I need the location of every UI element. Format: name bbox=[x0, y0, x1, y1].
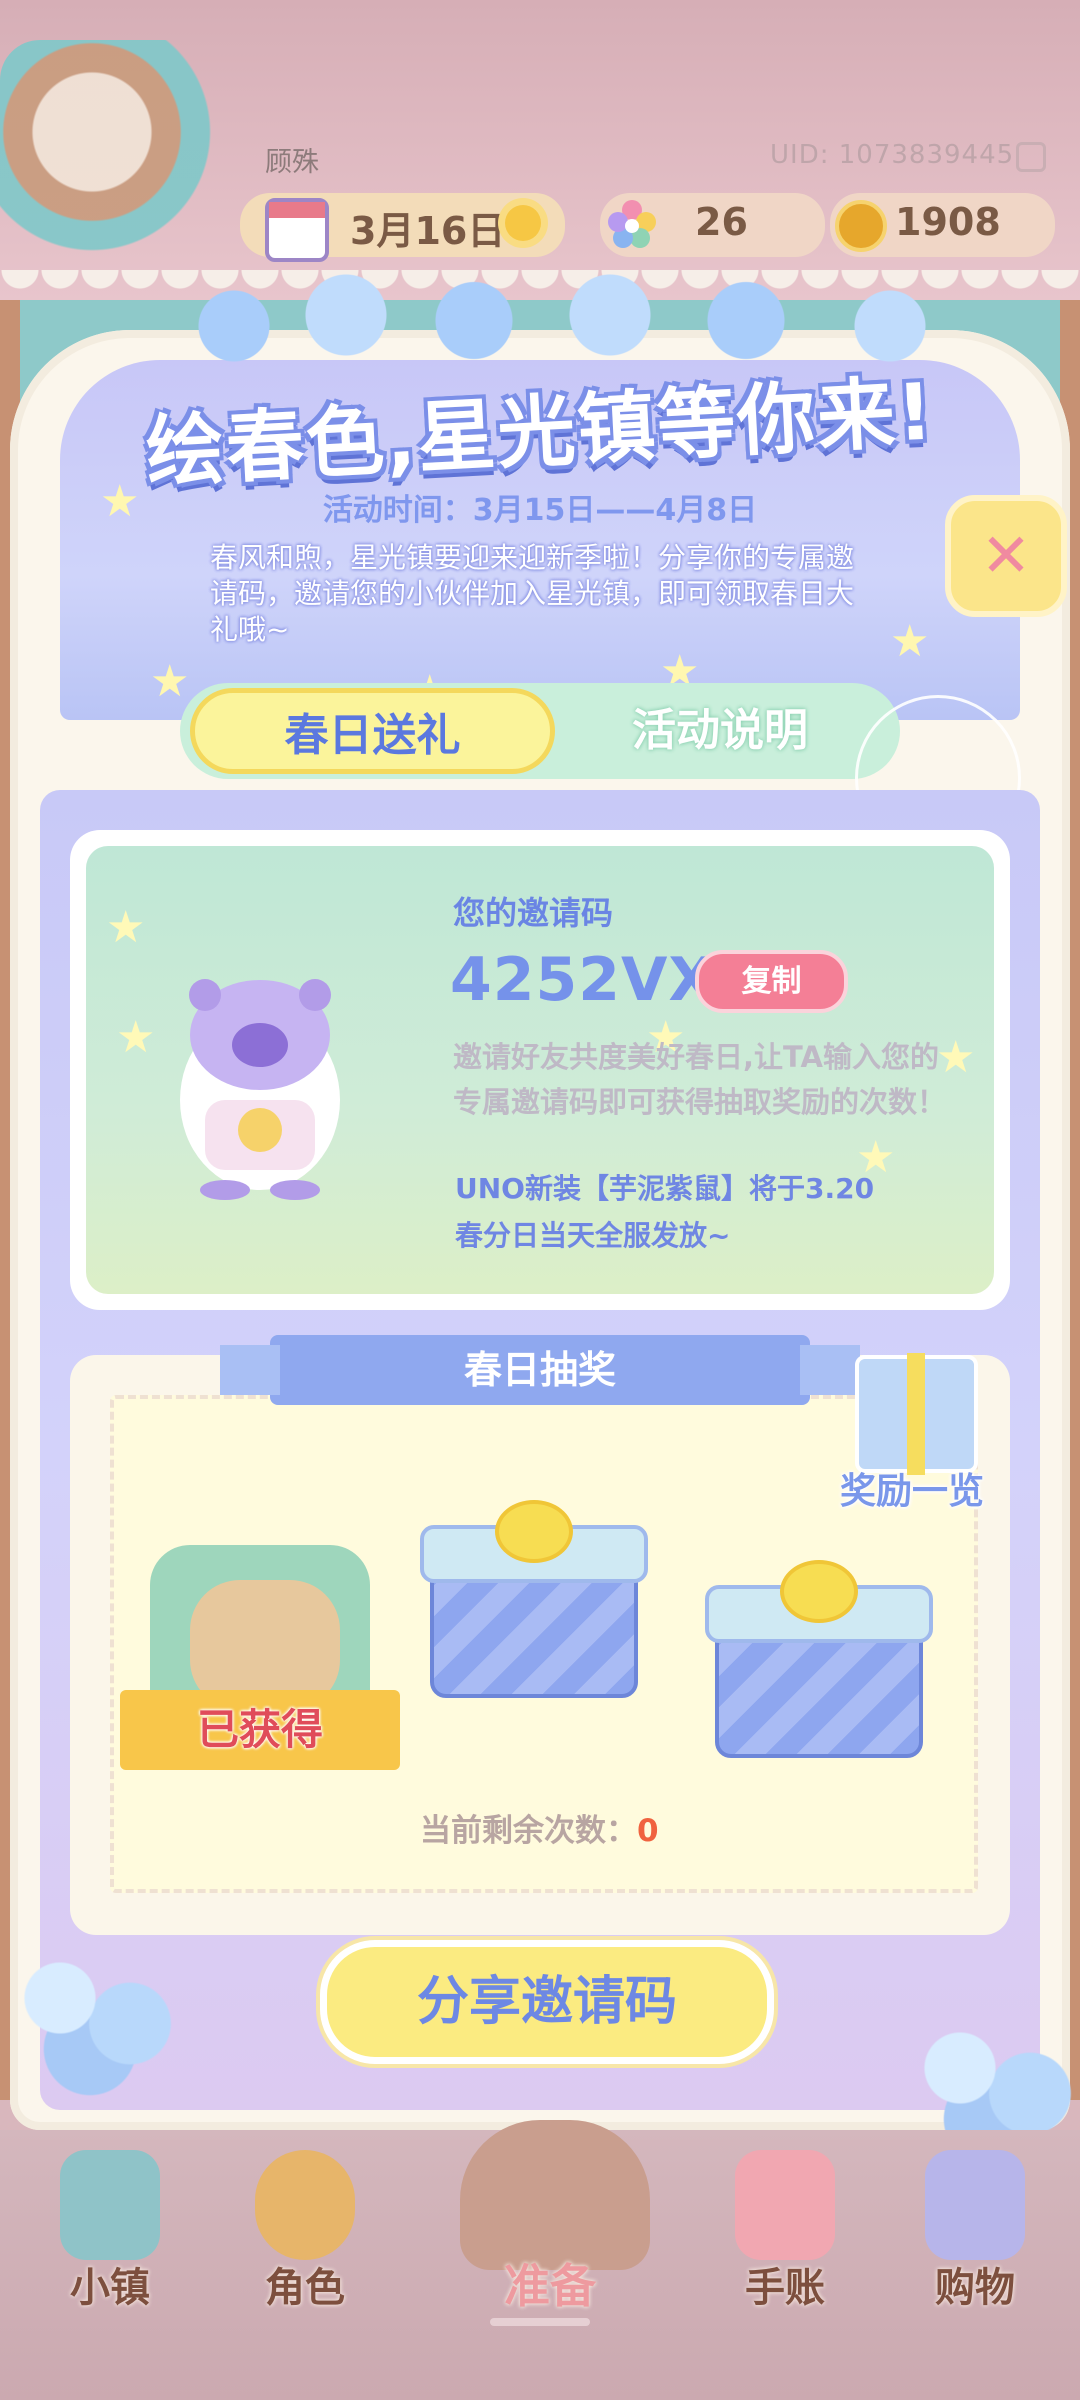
costume-notice: UNO新装【芋泥紫鼠】将于3.20 春分日当天全服发放~ bbox=[455, 1165, 975, 1259]
coin-count: 1908 bbox=[895, 200, 1001, 244]
reward-list-button[interactable]: 奖励一览 bbox=[840, 1462, 984, 1514]
notice-line-1: UNO新装【芋泥紫鼠】将于3.20 bbox=[455, 1172, 875, 1205]
nav-journal-label: 手账 bbox=[745, 2265, 825, 2311]
coin-icon bbox=[835, 200, 887, 252]
close-icon: ✕ bbox=[980, 521, 1032, 591]
invite-code: 4252VX bbox=[450, 945, 716, 1015]
map-icon bbox=[60, 2150, 160, 2260]
picnic-basket-icon bbox=[460, 2120, 650, 2270]
invite-code-title: 您的邀请码 bbox=[453, 894, 614, 932]
close-button[interactable]: ✕ bbox=[945, 495, 1067, 617]
nav-character-label: 角色 bbox=[265, 2265, 345, 2311]
nav-journal[interactable]: 手账 bbox=[690, 2140, 870, 2320]
gift-box-icon[interactable] bbox=[855, 1353, 978, 1475]
gem-count: 26 bbox=[695, 200, 748, 244]
gift-bow-icon bbox=[780, 1560, 858, 1623]
gift-bow-icon bbox=[495, 1500, 573, 1563]
event-time: 活动时间：3月15日——4月8日 bbox=[322, 493, 758, 528]
shopping-bag-icon bbox=[925, 2150, 1025, 2260]
remaining-label: 当前剩余次数： bbox=[420, 1813, 637, 1849]
uid-label: UID: 1073839445 bbox=[770, 140, 1015, 170]
share-invite-code-button[interactable]: 分享邀请码 bbox=[320, 1940, 774, 2064]
player-avatar-decoration[interactable] bbox=[0, 40, 230, 270]
remaining-count: 0 bbox=[637, 1813, 659, 1849]
home-indicator[interactable] bbox=[490, 2318, 590, 2326]
tab-spring-gift[interactable]: 春日送礼 bbox=[190, 688, 555, 774]
lottery-title: 春日抽奖 bbox=[220, 1335, 860, 1405]
nav-shopping[interactable]: 购物 bbox=[880, 2140, 1060, 2320]
nav-character[interactable]: 角色 bbox=[210, 2140, 390, 2320]
copy-code-button[interactable]: 复制 bbox=[695, 950, 848, 1013]
flower-decoration-left bbox=[0, 1930, 200, 2100]
claimed-label: 已获得 bbox=[120, 1690, 400, 1770]
sun-weather-icon bbox=[505, 205, 541, 241]
username: 顾殊 bbox=[265, 147, 319, 178]
flower-gem-icon bbox=[608, 200, 656, 248]
mascot-hamster-illustration bbox=[180, 979, 340, 1200]
nav-prepare[interactable]: 准备 bbox=[400, 2120, 700, 2350]
invite-info: 邀请好友共度美好春日,让TA输入您的专属邀请码即可获得抽取奖励的次数！ bbox=[453, 1040, 947, 1119]
journal-icon bbox=[735, 2150, 835, 2260]
remaining-draws: 当前剩余次数：0 bbox=[420, 1805, 659, 1850]
calendar-icon bbox=[265, 198, 329, 262]
current-date: 3月16日 bbox=[350, 209, 506, 253]
nav-town[interactable]: 小镇 bbox=[15, 2140, 195, 2320]
copy-uid-icon[interactable] bbox=[1016, 142, 1046, 172]
nav-prepare-label: 准备 bbox=[504, 2259, 596, 2313]
notice-line-2: 春分日当天全服发放~ bbox=[455, 1219, 731, 1252]
mystery-gift-box-1[interactable] bbox=[420, 1500, 648, 1698]
nav-town-label: 小镇 bbox=[70, 2265, 150, 2311]
mystery-gift-box-2[interactable] bbox=[705, 1560, 933, 1758]
event-description: 春风和煦，星光镇要迎来迎新季啦！分享你的专属邀请码，邀请您的小伙伴加入星光镇，即… bbox=[210, 541, 855, 646]
nav-shopping-label: 购物 bbox=[935, 2265, 1015, 2311]
tab-event-rules[interactable]: 活动说明 bbox=[555, 688, 885, 774]
character-icon bbox=[255, 2150, 355, 2260]
